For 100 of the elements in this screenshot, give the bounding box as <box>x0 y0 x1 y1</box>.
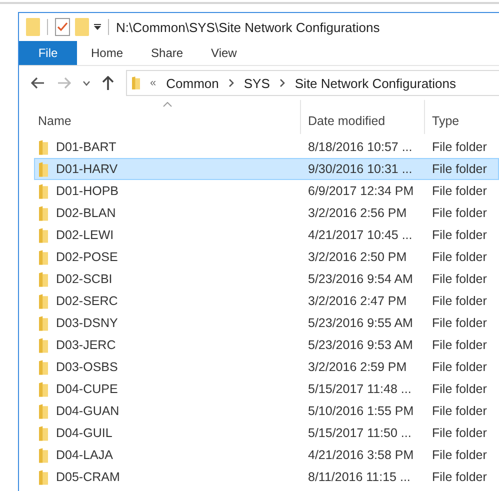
sort-ascending-icon <box>163 102 172 107</box>
date-modified: 5/10/2016 1:55 PM <box>308 404 414 418</box>
folder-icon <box>132 75 140 91</box>
chevron-right-icon[interactable] <box>280 79 285 87</box>
file-type: File folder <box>432 140 487 154</box>
date-modified: 9/30/2016 10:31 ... <box>308 162 412 176</box>
file-row[interactable]: D02-SERC 3/2/2016 2:47 PM File folder <box>34 290 499 312</box>
folder-icon <box>39 206 48 220</box>
file-row[interactable]: D03-JERC 5/23/2016 9:53 AM File folder <box>34 334 499 356</box>
folder-icon <box>39 140 48 154</box>
chevron-down-icon[interactable] <box>83 80 90 86</box>
properties-icon[interactable] <box>55 18 70 36</box>
folder-icon <box>39 272 48 286</box>
date-modified: 6/9/2017 12:34 PM <box>308 184 414 198</box>
breadcrumb[interactable]: Common <box>166 76 219 90</box>
date-modified: 4/21/2017 10:45 ... <box>308 228 412 242</box>
folder-icon <box>39 162 48 176</box>
chevron-right-icon[interactable] <box>228 79 234 87</box>
file-name: D03-OSBS <box>56 360 118 374</box>
file-row[interactable]: D04-GUIL 5/15/2017 11:50 ... File folder <box>34 422 499 444</box>
date-modified: 5/23/2016 9:54 AM <box>308 272 413 286</box>
column-header[interactable]: Name <box>34 100 301 134</box>
date-modified: 5/15/2017 11:50 ... <box>308 426 412 440</box>
folder-icon <box>39 470 48 484</box>
file-menu-button[interactable]: File <box>19 41 77 65</box>
file-type: File folder <box>432 338 487 352</box>
file-row[interactable]: D01-BART 8/18/2016 10:57 ... File folder <box>34 136 499 158</box>
column-header[interactable]: Type <box>425 100 499 134</box>
ribbon-tab[interactable]: Home <box>77 41 138 65</box>
date-modified: 5/23/2016 9:53 AM <box>308 338 413 352</box>
file-row[interactable]: D03-DSNY 5/23/2016 9:55 AM File folder <box>34 312 499 334</box>
date-modified: 8/18/2016 10:57 ... <box>308 140 412 154</box>
file-row[interactable]: D03-OSBS 3/2/2016 2:59 PM File folder <box>34 356 499 378</box>
breadcrumb[interactable]: Site Network Configurations <box>294 76 456 90</box>
file-row[interactable]: D01-HARV 9/30/2016 10:31 ... File folder <box>34 158 499 180</box>
ribbon-tab[interactable]: Share <box>137 41 198 65</box>
file-type: File folder <box>432 162 487 176</box>
breadcrumb[interactable]: SYS <box>244 76 270 90</box>
file-type: File folder <box>432 228 487 242</box>
date-modified: 3/2/2016 2:56 PM <box>308 206 407 220</box>
file-name: D05-CRAM <box>56 470 120 484</box>
date-modified: 3/2/2016 2:59 PM <box>308 360 407 374</box>
up-arrow-icon[interactable] <box>102 76 114 90</box>
file-name: D01-HARV <box>56 162 118 176</box>
file-name: D02-BLAN <box>56 206 116 220</box>
folder-icon <box>39 184 48 198</box>
file-name: D04-GUIL <box>56 426 112 440</box>
folder-icon <box>26 18 40 36</box>
file-name: D03-JERC <box>56 338 116 352</box>
file-type: File folder <box>432 360 487 374</box>
file-name: D03-DSNY <box>56 316 118 330</box>
overflow-chevron[interactable]: « <box>150 77 156 89</box>
date-modified: 5/23/2016 9:55 AM <box>308 316 413 330</box>
file-type: File folder <box>432 426 487 440</box>
file-row[interactable]: D02-BLAN 3/2/2016 2:56 PM File folder <box>34 202 499 224</box>
address-bar[interactable]: « Common SYS Site Network Configurations <box>126 70 499 96</box>
window-title: N:\Common\SYS\Site Network Configurations <box>116 20 380 34</box>
file-type: File folder <box>432 250 487 264</box>
folder-icon <box>39 228 48 242</box>
file-name: D02-POSE <box>56 250 118 264</box>
column-header[interactable]: Date modified <box>301 100 425 134</box>
file-type: File folder <box>432 470 487 484</box>
file-row[interactable]: D02-SCBI 5/23/2016 9:54 AM File folder <box>34 268 499 290</box>
folder-icon <box>39 448 48 462</box>
date-modified: 4/21/2016 3:58 PM <box>308 448 414 462</box>
dropdown-icon[interactable] <box>94 24 101 30</box>
file-row[interactable]: D02-POSE 3/2/2016 2:50 PM File folder <box>34 246 499 268</box>
file-row[interactable]: D05-CRAM 8/11/2016 11:15 ... File folder <box>34 466 499 488</box>
ribbon-tab[interactable]: View <box>197 41 251 65</box>
file-type: File folder <box>432 316 487 330</box>
file-type: File folder <box>432 382 487 396</box>
file-type: File folder <box>432 448 487 462</box>
file-type: File folder <box>432 294 487 308</box>
file-name: D02-LEWI <box>56 228 114 242</box>
file-type: File folder <box>432 404 487 418</box>
file-name: D04-LAJA <box>56 448 113 462</box>
file-name: D04-CUPE <box>56 382 118 396</box>
folder-icon <box>39 316 48 330</box>
file-name: D01-HOPB <box>56 184 119 198</box>
file-name: D02-SERC <box>56 294 118 308</box>
date-modified: 8/11/2016 11:15 ... <box>308 470 410 484</box>
folder-icon <box>39 250 48 264</box>
folder-icon <box>39 360 48 374</box>
folder-icon <box>39 404 48 418</box>
folder-icon <box>39 426 48 440</box>
file-name: D01-BART <box>56 140 116 154</box>
folder-icon <box>39 294 48 308</box>
file-type: File folder <box>432 206 487 220</box>
file-row[interactable]: D02-LEWI 4/21/2017 10:45 ... File folder <box>34 224 499 246</box>
file-type: File folder <box>432 184 487 198</box>
back-arrow-icon[interactable] <box>31 77 45 89</box>
file-row[interactable]: D04-CUPE 5/15/2017 11:48 ... File folder <box>34 378 499 400</box>
file-row[interactable]: D04-LAJA 4/21/2016 3:58 PM File folder <box>34 444 499 466</box>
folder-icon <box>39 338 48 352</box>
file-row[interactable]: D04-GUAN 5/10/2016 1:55 PM File folder <box>34 400 499 422</box>
file-row[interactable]: D01-HOPB 6/9/2017 12:34 PM File folder <box>34 180 499 202</box>
date-modified: 5/15/2017 11:48 ... <box>308 382 412 396</box>
folder-icon <box>39 382 48 396</box>
date-modified: 3/2/2016 2:47 PM <box>308 294 407 308</box>
file-type: File folder <box>432 272 487 286</box>
